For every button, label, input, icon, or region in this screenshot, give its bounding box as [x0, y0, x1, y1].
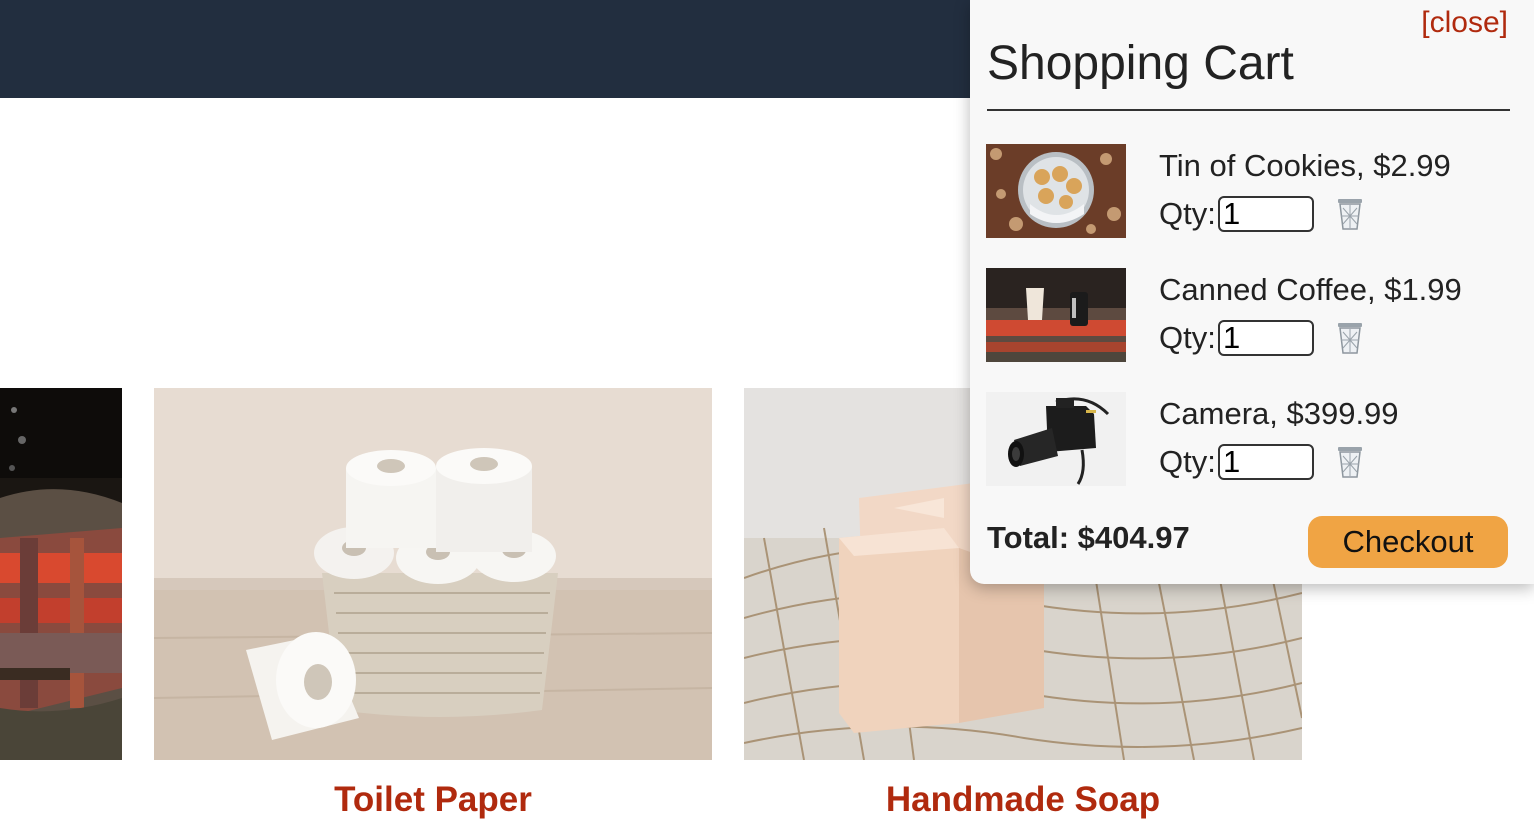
qty-label: Qty: — [1159, 320, 1216, 355]
trash-icon[interactable] — [1334, 445, 1366, 479]
qty-input[interactable] — [1218, 320, 1314, 356]
cart-item: Camera, $399.99 Qty: — [986, 392, 1526, 488]
shopping-cart-panel: [close] Shopping Cart Tin of Cookies, $2… — [970, 0, 1534, 584]
product-title-toilet-paper[interactable]: Toilet Paper — [154, 778, 712, 822]
qty-input[interactable] — [1218, 444, 1314, 480]
camera-image — [986, 392, 1126, 486]
cart-item: Canned Coffee, $1.99 Qty: — [986, 268, 1526, 364]
cart-item-name: Canned Coffee, $1.99 — [1159, 272, 1462, 307]
qty-label: Qty: — [1159, 196, 1216, 231]
trash-icon[interactable] — [1334, 197, 1366, 231]
close-cart-link[interactable]: [close] — [1421, 6, 1508, 40]
checkout-button[interactable]: Checkout — [1308, 516, 1508, 568]
cart-divider — [987, 109, 1510, 111]
qty-label: Qty: — [1159, 444, 1216, 479]
canned-coffee-image — [0, 388, 122, 760]
product-image-toilet-paper[interactable] — [154, 388, 712, 760]
trash-icon[interactable] — [1334, 321, 1366, 355]
cart-item: Tin of Cookies, $2.99 Qty: — [986, 144, 1526, 240]
product-image-canned-coffee[interactable] — [0, 388, 122, 760]
cart-total: Total: $404.97 — [987, 520, 1190, 555]
cart-title: Shopping Cart — [987, 37, 1294, 90]
product-title-handmade-soap[interactable]: Handmade Soap — [744, 778, 1302, 822]
canned-coffee-image — [986, 268, 1126, 362]
cart-item-name: Camera, $399.99 — [1159, 396, 1399, 431]
qty-input[interactable] — [1218, 196, 1314, 232]
cart-item-name: Tin of Cookies, $2.99 — [1159, 148, 1451, 183]
cookie-tin-image — [986, 144, 1126, 238]
toilet-paper-image — [154, 388, 712, 760]
